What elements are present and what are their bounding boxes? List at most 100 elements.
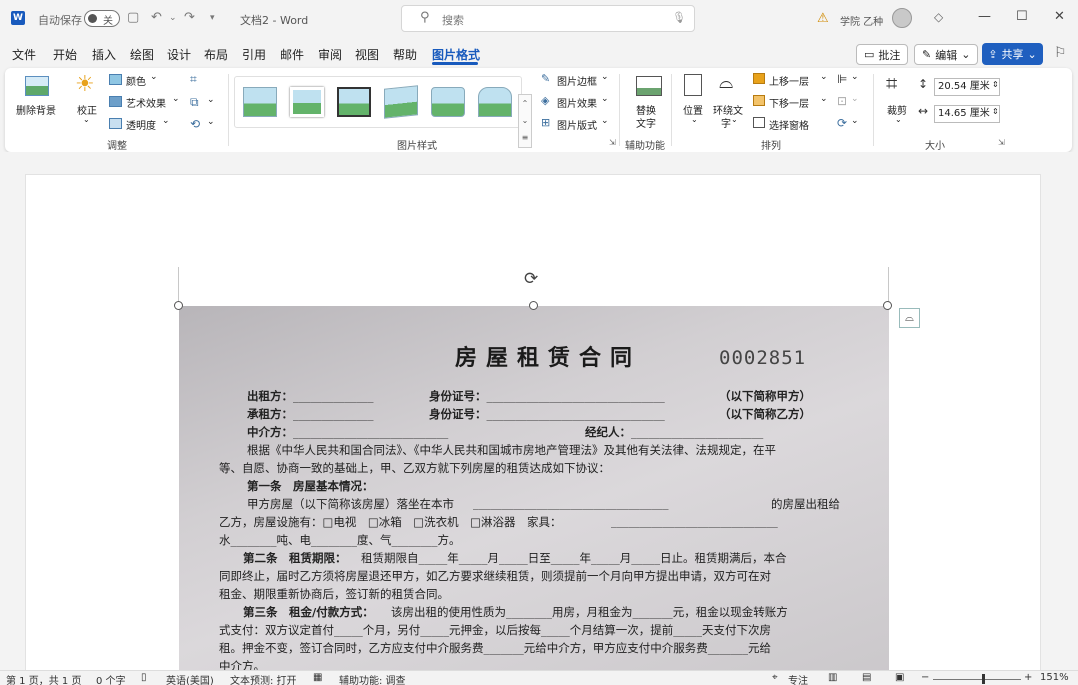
tab-mailings[interactable]: 邮件 [280, 46, 304, 63]
wrap-text-button-line2[interactable]: 字 [721, 115, 731, 130]
tab-view[interactable]: 视图 [355, 46, 379, 63]
picture-style-4[interactable] [384, 85, 418, 119]
document-page[interactable]: 房屋租赁合同 0002851 出租方：______________ 身份证号：_… [25, 174, 1041, 685]
warning-icon[interactable]: ⚠ [817, 11, 829, 26]
tab-draw[interactable]: 绘图 [130, 46, 154, 63]
undo-icon[interactable]: ↶ [151, 10, 162, 25]
word-count[interactable]: 0 个字 [96, 672, 126, 685]
tab-insert[interactable]: 插入 [92, 46, 116, 63]
maximize-icon[interactable]: ☐ [1016, 9, 1028, 24]
color-button[interactable]: 颜色 [126, 73, 146, 88]
chevron-down-icon[interactable]: ⌄ [601, 116, 609, 126]
language[interactable]: 英语(美国) [166, 672, 214, 685]
proofing-icon[interactable]: ▯ [141, 672, 147, 683]
height-input[interactable]: 20.54 厘米 [934, 78, 1000, 96]
styles-gallery-scroll[interactable]: ⌃ ⌄ ≡ [518, 94, 532, 148]
remove-background-button[interactable]: 删除背景 [16, 102, 56, 117]
size-dialog-launcher-icon[interactable]: ⇲ [998, 138, 1005, 147]
height-spinner-icon[interactable]: ⇕ [992, 80, 999, 89]
picture-style-1[interactable] [243, 87, 277, 117]
comment-button[interactable]: ▭ 批注 [856, 44, 909, 65]
share-button[interactable]: ⇪ 共享 ⌄ [982, 43, 1043, 65]
focus-icon[interactable]: ⌖ [772, 672, 778, 683]
send-backward-button[interactable]: 下移一层 [769, 95, 809, 110]
chevron-down-icon[interactable]: ⌄ [820, 72, 828, 82]
picture-style-2[interactable] [290, 87, 324, 117]
styles-dialog-launcher-icon[interactable]: ⇲ [609, 138, 616, 147]
rotate-objects-icon[interactable]: ⟳ [837, 116, 847, 130]
web-layout-icon[interactable]: ▣ [895, 672, 904, 683]
avatar[interactable] [892, 8, 912, 28]
save-icon[interactable]: ▢ [127, 10, 139, 25]
accessibility-status[interactable]: 辅助功能: 调查 [339, 672, 406, 685]
editing-mode-button[interactable]: ✎ 编辑 ⌄ [914, 44, 979, 65]
chevron-down-icon[interactable]: ⌄ [691, 115, 698, 124]
corrections-dropdown-icon[interactable]: ⌄ [83, 115, 90, 124]
resize-handle-top-right[interactable] [883, 301, 892, 310]
chevron-down-icon[interactable]: ⌄ [601, 72, 609, 82]
customize-qat-icon[interactable]: ▾ [210, 13, 215, 23]
crop-icon[interactable]: ⌗ [886, 71, 897, 95]
microphone-icon[interactable]: 🎙 [672, 11, 686, 24]
tab-help[interactable]: 帮助 [393, 46, 417, 63]
group-objects-icon[interactable]: ⊡ [837, 94, 847, 108]
compress-pictures-icon[interactable]: ⌗ [190, 72, 197, 87]
premium-diamond-icon[interactable]: ◇ [934, 10, 943, 24]
tab-home[interactable]: 开始 [53, 46, 77, 63]
layout-options-icon[interactable]: ⌓ [899, 308, 920, 328]
contract-photo[interactable]: 房屋租赁合同 0002851 出租方：______________ 身份证号：_… [179, 306, 889, 676]
resize-handle-top[interactable] [529, 301, 538, 310]
change-picture-icon[interactable]: ⧉ [190, 95, 199, 110]
wrap-text-icon[interactable]: ⌓ [719, 72, 733, 93]
picture-style-3[interactable] [337, 87, 371, 117]
chevron-down-icon[interactable]: ⌄ [851, 72, 859, 82]
alt-text-button-line2[interactable]: 文字 [636, 115, 656, 130]
chevron-down-icon[interactable]: ⌄ [731, 115, 738, 124]
tab-review[interactable]: 审阅 [318, 46, 342, 63]
tab-layout[interactable]: 布局 [204, 46, 228, 63]
artistic-effects-button[interactable]: 艺术效果 [126, 95, 166, 110]
chevron-down-icon[interactable]: ⌄ [601, 94, 609, 104]
minimize-icon[interactable]: — [978, 9, 991, 24]
chevron-down-icon[interactable]: ⌄ [851, 94, 859, 104]
text-prediction[interactable]: 文本预测: 打开 [230, 672, 297, 685]
close-icon[interactable]: ✕ [1054, 9, 1065, 24]
chevron-down-icon[interactable]: ⌄ [150, 72, 158, 82]
macro-icon[interactable]: ▦ [313, 672, 322, 683]
corrections-sun-icon[interactable]: ☀ [75, 72, 95, 97]
undo-dropdown-icon[interactable]: ⌄ [169, 13, 177, 23]
chevron-down-icon[interactable]: ⌄ [172, 94, 180, 104]
chevron-down-icon[interactable]: ⌄ [162, 116, 170, 126]
read-mode-icon[interactable]: ▥ [828, 672, 837, 683]
align-icon[interactable]: ⊫ [837, 72, 847, 86]
chevron-down-icon[interactable]: ⌄ [895, 115, 902, 124]
picture-style-6[interactable] [478, 87, 512, 117]
chevron-down-icon[interactable]: ⌄ [820, 94, 828, 104]
account-name[interactable]: 学院 乙种 [840, 13, 883, 28]
transparency-button[interactable]: 透明度 [126, 117, 156, 132]
page-count[interactable]: 第 1 页，共 1 页 [6, 672, 81, 685]
chevron-down-icon[interactable]: ⌄ [207, 117, 215, 127]
autosave-toggle[interactable]: 关 [84, 10, 120, 27]
picture-effects-button[interactable]: 图片效果 [557, 95, 597, 110]
selection-pane-button[interactable]: 选择窗格 [769, 117, 809, 132]
focus-mode[interactable]: 专注 [788, 672, 808, 685]
rotate-handle-icon[interactable]: ⟳ [524, 269, 538, 289]
chevron-down-icon[interactable]: ⌄ [851, 116, 859, 126]
zoom-out-icon[interactable]: − [921, 672, 929, 683]
width-input[interactable]: 14.65 厘米 [934, 105, 1000, 123]
picture-border-button[interactable]: 图片边框 [557, 73, 597, 88]
picture-layout-button[interactable]: 图片版式 [557, 117, 597, 132]
redo-icon[interactable]: ↷ [184, 10, 195, 25]
bring-forward-button[interactable]: 上移一层 [769, 73, 809, 88]
chevron-down-icon[interactable]: ⌄ [207, 95, 215, 105]
zoom-slider-thumb[interactable] [982, 674, 985, 684]
remove-background-icon[interactable] [25, 76, 49, 96]
search-box[interactable]: ⚲ 搜索 🎙 [401, 5, 695, 32]
alt-text-icon[interactable] [636, 76, 662, 96]
position-icon[interactable] [684, 74, 702, 96]
zoom-in-icon[interactable]: + [1024, 672, 1032, 683]
feedback-icon[interactable]: ⚐ [1054, 45, 1067, 61]
tab-file[interactable]: 文件 [12, 46, 36, 63]
print-layout-icon[interactable]: ▤ [862, 672, 871, 683]
